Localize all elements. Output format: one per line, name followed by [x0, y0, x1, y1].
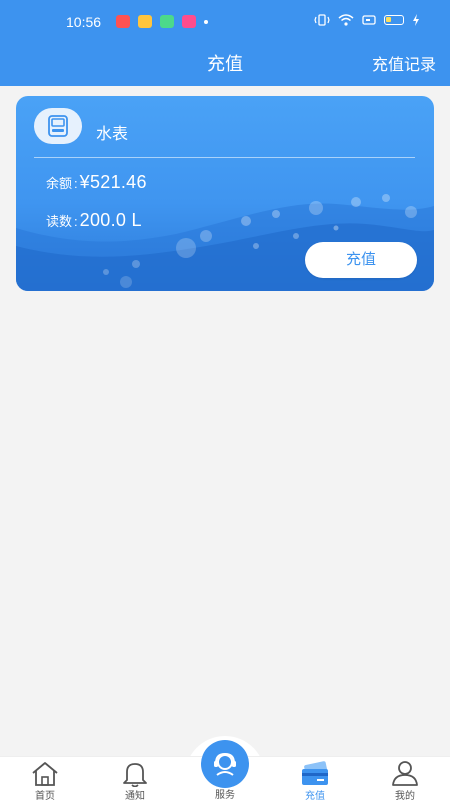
status-right-icons	[314, 14, 420, 26]
chat-app-icon	[160, 15, 174, 28]
charging-icon	[413, 14, 419, 26]
sim-icon	[362, 15, 376, 25]
reading-value: 200.0 L	[79, 210, 142, 230]
header-bar: 10:56 充值 充值记录	[0, 0, 450, 86]
news-app-icon	[116, 15, 130, 28]
camera-app-icon	[182, 15, 196, 28]
status-time: 10:56	[66, 14, 102, 30]
nav-item-mine[interactable]: 我的	[370, 757, 440, 800]
balance-separator: :	[74, 176, 78, 191]
nav-item-home[interactable]: 首页	[10, 757, 80, 800]
wifi-icon	[338, 14, 354, 26]
reading-row: 读数 : 200.0 L	[46, 210, 142, 231]
balance-label: 余额	[46, 176, 73, 191]
nav-label-notice: 通知	[125, 791, 145, 800]
recharge-record-link[interactable]: 充值记录	[372, 51, 436, 75]
battery-icon	[384, 15, 404, 25]
service-icon	[214, 752, 236, 776]
nav-label-recharge: 充值	[305, 791, 325, 800]
vibrate-icon	[314, 14, 330, 26]
balance-row: 余额 : ¥521.46	[46, 172, 147, 193]
message-app-icon	[138, 15, 152, 28]
user-icon	[392, 761, 418, 786]
balance-value: ¥521.46	[79, 172, 147, 192]
meter-icon-badge	[34, 108, 82, 144]
reading-separator: :	[74, 214, 78, 229]
recharge-button[interactable]: 充值	[305, 242, 417, 278]
card-icon	[302, 761, 329, 785]
card-divider	[34, 157, 415, 158]
nav-item-recharge[interactable]: 充值	[280, 757, 350, 800]
nav-label-mine: 我的	[395, 791, 415, 800]
nav-item-notice[interactable]: 通知	[100, 757, 170, 800]
meter-name: 水表	[96, 126, 129, 143]
reading-label: 读数	[46, 214, 73, 229]
nav-label-home: 首页	[35, 791, 55, 800]
notification-dot-icon	[204, 20, 208, 24]
water-meter-card: 水表 余额 : ¥521.46 读数 : 200.0 L 充值	[16, 96, 434, 291]
nav-item-service[interactable]	[201, 740, 249, 788]
nav-label-service: 服务	[215, 790, 235, 800]
status-bar: 10:56	[0, 0, 450, 44]
home-icon	[32, 762, 58, 786]
water-meter-icon	[48, 115, 68, 137]
bell-icon	[123, 763, 147, 787]
